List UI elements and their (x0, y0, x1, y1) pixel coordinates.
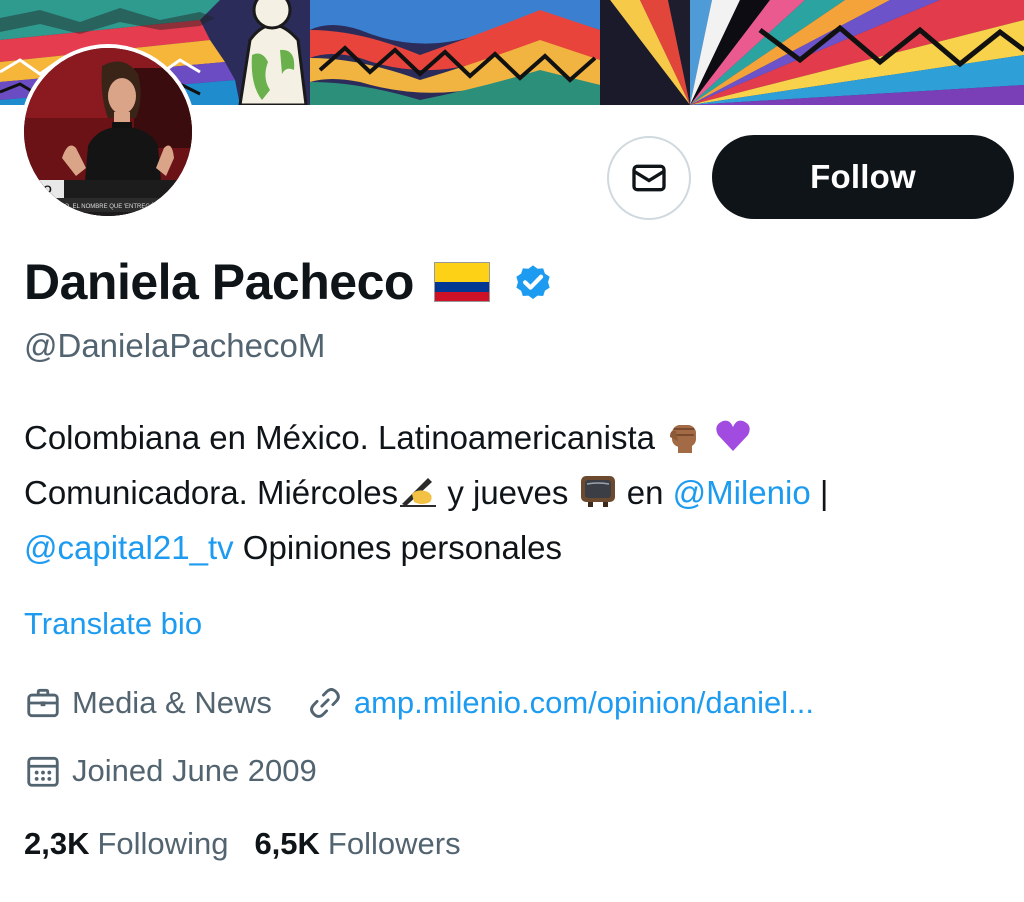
television-icon (578, 470, 618, 510)
followers-link[interactable]: 6,5K Followers (254, 826, 460, 862)
follow-button[interactable]: Follow (712, 135, 1014, 219)
followers-count: 6,5K (254, 826, 320, 861)
bio-separator: | (819, 474, 829, 511)
mention-link[interactable]: @capital21_tv (24, 529, 234, 566)
profile-bio: Colombiana en México. Latinoamericanista… (24, 410, 1014, 575)
briefcase-icon (24, 684, 62, 722)
translate-bio-link[interactable]: Translate bio (24, 606, 202, 642)
colombia-flag-icon (433, 262, 490, 302)
verified-badge-icon[interactable] (512, 261, 554, 303)
profile-handle: @DanielaPachecoM (24, 327, 326, 364)
following-count: 2,3K (24, 826, 90, 861)
following-label: Following (97, 826, 229, 861)
writing-hand-icon (398, 470, 438, 510)
profile-meta-row: Media & News amp.milenio.com/opinion/dan… (24, 684, 814, 722)
bio-text: Opiniones personales (242, 529, 563, 566)
bio-line-1: Colombiana en México. Latinoamericanista (24, 410, 1014, 465)
followers-label: Followers (327, 826, 461, 861)
website-link[interactable]: amp.milenio.com/opinion/daniel... (354, 685, 814, 721)
bio-text: en (626, 474, 664, 511)
calendar-icon (24, 752, 62, 790)
raised-fist-icon (664, 415, 704, 455)
bio-line-2: Comunicadora. Miércoles y jueves en @Mil… (24, 465, 1014, 520)
bio-text: y jueves (447, 474, 569, 511)
bio-text: Comunicadora. Miércoles (24, 474, 399, 511)
link-icon (306, 684, 344, 722)
bio-text: Colombiana en México. Latinoamericanista (24, 419, 655, 456)
avatar-photo: ECO DO DEL MAZO, EL NOMBRE QUE 'ENTREGÓ (24, 48, 192, 216)
mention-link[interactable]: @Milenio (673, 474, 811, 511)
avatar-ticker: DO DEL MAZO, EL NOMBRE QUE 'ENTREGÓ (28, 203, 155, 210)
display-name: Daniela Pacheco (24, 254, 414, 310)
profile-joined-row: Joined June 2009 (24, 752, 317, 790)
envelope-icon (632, 164, 666, 192)
joined-date: Joined June 2009 (72, 753, 317, 788)
avatar[interactable]: ECO DO DEL MAZO, EL NOMBRE QUE 'ENTREGÓ (20, 44, 196, 220)
purple-heart-icon (713, 415, 753, 455)
profile-name-row: Daniela Pacheco (24, 250, 554, 314)
profile-category: Media & News (72, 685, 272, 720)
follow-stats: 2,3K Following 6,5K Followers (24, 826, 487, 862)
message-button[interactable] (607, 136, 691, 220)
following-link[interactable]: 2,3K Following (24, 826, 228, 862)
bio-line-3: @capital21_tv Opiniones personales (24, 520, 1014, 575)
avatar-caption: ECO (28, 184, 52, 196)
